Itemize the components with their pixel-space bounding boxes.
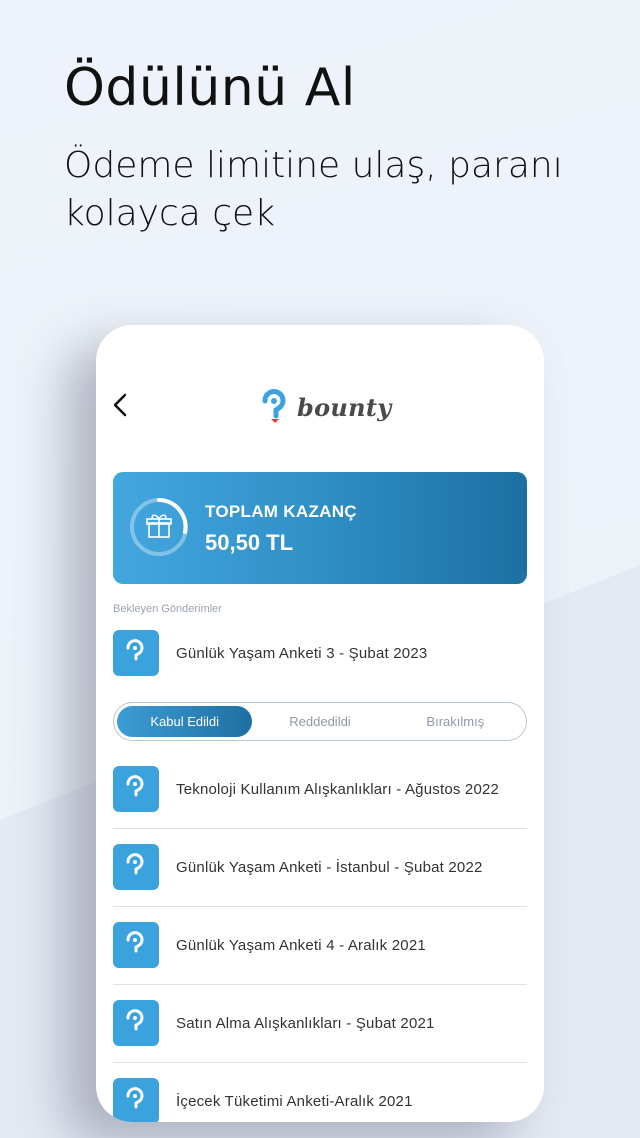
list-item-title: Günlük Yaşam Anketi 4 - Aralık 2021 [176, 936, 426, 954]
promo-subline: Ödeme limitine ulaş, paranı kolayca çek [64, 145, 563, 234]
status-tabs: Kabul Edildi Reddedildi Bırakılmış [113, 702, 527, 741]
divider [113, 1062, 527, 1063]
pending-section-label: Bekleyen Gönderimler [113, 603, 222, 615]
divider [113, 984, 527, 985]
total-earnings-card: TOPLAM KAZANÇ 50,50 TL [113, 472, 527, 584]
promo-headline: Ödülünü Al [64, 58, 356, 118]
divider [113, 828, 527, 829]
tab-rejected[interactable]: Reddedildi [252, 706, 387, 737]
pending-item[interactable]: Günlük Yaşam Anketi 3 - Şubat 2023 [113, 630, 527, 676]
list-item[interactable]: Günlük Yaşam Anketi 4 - Aralık 2021 [113, 922, 527, 968]
list-item[interactable]: Satın Alma Alışkanlıkları - Şubat 2021 [113, 1000, 527, 1046]
bounty-app-icon [113, 1078, 159, 1122]
bounty-app-icon [113, 630, 159, 676]
bounty-app-icon [113, 844, 159, 890]
chevron-left-icon[interactable] [112, 393, 134, 419]
bounty-logo-text: bounty [297, 392, 392, 422]
bounty-app-icon [113, 766, 159, 812]
bounty-logo-icon [261, 389, 291, 425]
list-item[interactable]: Teknoloji Kullanım Alışkanlıkları - Ağus… [113, 766, 527, 812]
bounty-app-icon [113, 922, 159, 968]
list-item-title: Satın Alma Alışkanlıkları - Şubat 2021 [176, 1014, 435, 1032]
list-item-title: Günlük Yaşam Anketi - İstanbul - Şubat 2… [176, 858, 483, 876]
gift-icon [128, 496, 190, 558]
list-item-title: İçecek Tüketimi Anketi-Aralık 2021 [176, 1092, 413, 1110]
total-earnings-value: 50,50 TL [205, 530, 294, 555]
list-item[interactable]: İçecek Tüketimi Anketi-Aralık 2021 [113, 1078, 527, 1122]
list-item[interactable]: Günlük Yaşam Anketi - İstanbul - Şubat 2… [113, 844, 527, 890]
list-item-title: Teknoloji Kullanım Alışkanlıkları - Ağus… [176, 780, 500, 798]
phone-screen: bounty TOPLAM KAZANÇ 50,50 TL Bekleyen G… [96, 325, 544, 1122]
bounty-app-icon [113, 1000, 159, 1046]
pending-item-title: Günlük Yaşam Anketi 3 - Şubat 2023 [176, 644, 428, 662]
total-earnings-title: TOPLAM KAZANÇ [205, 502, 357, 521]
tab-abandoned[interactable]: Bırakılmış [388, 706, 523, 737]
bounty-logo: bounty [261, 387, 392, 427]
divider [113, 906, 527, 907]
tab-accepted[interactable]: Kabul Edildi [117, 706, 253, 737]
